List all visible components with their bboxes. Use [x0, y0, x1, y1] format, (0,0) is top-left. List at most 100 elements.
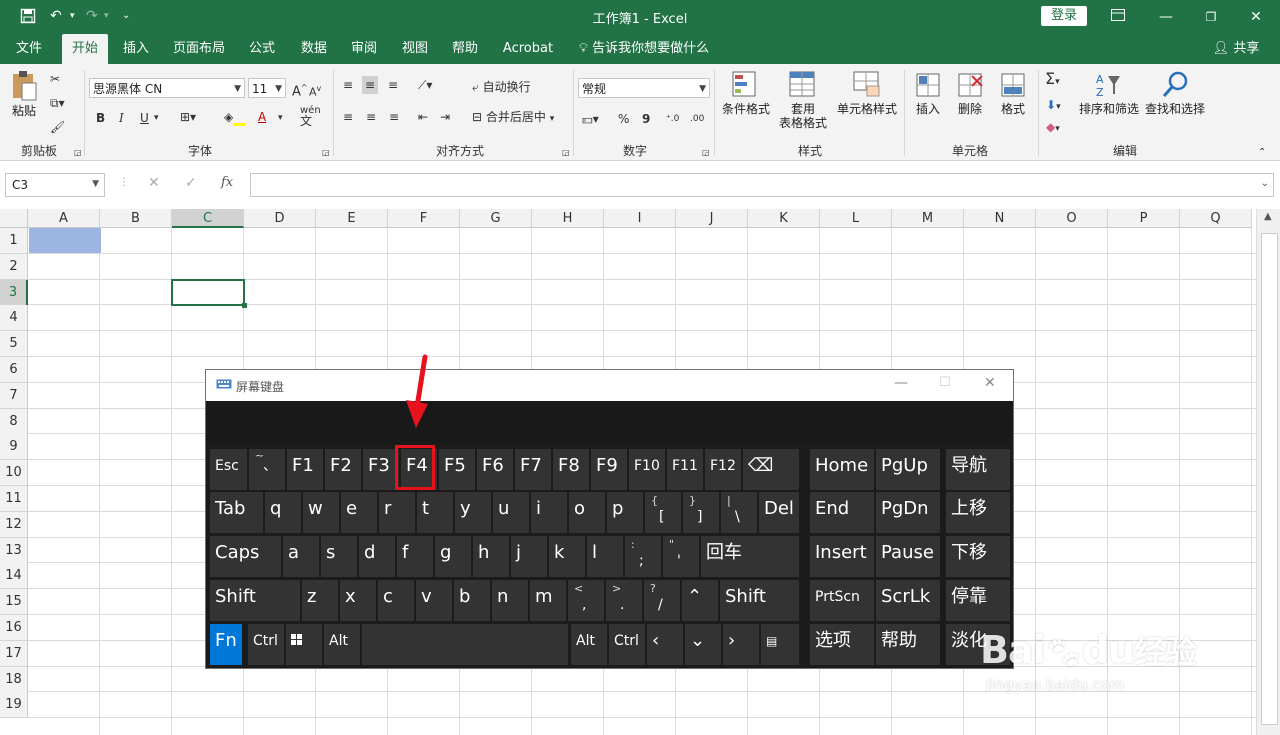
bold-button[interactable]: B: [96, 109, 105, 127]
save-icon[interactable]: [20, 8, 36, 28]
key-pgdn[interactable]: PgDn: [876, 492, 940, 533]
chevron-down-icon[interactable]: ▾: [278, 109, 283, 127]
comma-style-button[interactable]: 9: [642, 110, 650, 128]
key-backspace[interactable]: ⌫: [743, 449, 799, 490]
key-f[interactable]: f: [397, 536, 433, 577]
sort-filter-button[interactable]: AZ 排序和筛选: [1076, 70, 1142, 116]
collapse-ribbon-icon[interactable]: ⌃: [1258, 144, 1266, 162]
key-right-bracket[interactable]: }]: [683, 492, 719, 533]
column-header-b[interactable]: B: [100, 209, 172, 228]
key-n[interactable]: n: [492, 580, 528, 621]
share-button[interactable]: 👤︎ 共享: [1208, 34, 1264, 64]
key-i[interactable]: i: [531, 492, 567, 533]
redo-icon[interactable]: ↷: [86, 8, 98, 24]
conditional-formatting-button[interactable]: 条件格式: [717, 70, 775, 116]
key-comma[interactable]: <,: [568, 580, 604, 621]
column-header-d[interactable]: D: [244, 209, 316, 228]
row-header-15[interactable]: 15: [0, 589, 28, 615]
column-header-k[interactable]: K: [748, 209, 820, 228]
fill-handle[interactable]: [242, 303, 247, 308]
tell-me-box[interactable]: 💡︎ 告诉我你想要做什么: [574, 34, 714, 64]
align-right-icon[interactable]: ≡: [389, 108, 399, 126]
tab-acrobat[interactable]: Acrobat: [498, 34, 558, 64]
key-fn[interactable]: Fn: [210, 624, 242, 665]
format-cells-button[interactable]: 格式: [993, 70, 1033, 116]
increase-decimal-icon[interactable]: ⁺.0: [666, 110, 679, 128]
row-header-7[interactable]: 7: [0, 383, 28, 409]
column-header-f[interactable]: F: [388, 209, 460, 228]
align-middle-icon[interactable]: ≡: [362, 76, 379, 94]
restore-icon[interactable]: ❐: [1200, 6, 1222, 28]
minimize-icon[interactable]: —: [1155, 6, 1177, 28]
column-header-a[interactable]: A: [28, 209, 100, 228]
key-alt-right[interactable]: Alt: [571, 624, 607, 665]
close-icon[interactable]: ✕: [1245, 6, 1267, 28]
row-header-5[interactable]: 5: [0, 331, 28, 357]
key-quote[interactable]: " ': [663, 536, 699, 577]
shrink-font-button[interactable]: Av: [309, 80, 321, 102]
osk-close-icon[interactable]: ✕: [984, 375, 996, 391]
scroll-up-icon[interactable]: ▲: [1264, 211, 1272, 222]
column-header-h[interactable]: H: [532, 209, 604, 228]
osk-maximize-icon[interactable]: ☐: [939, 375, 951, 390]
column-header-o[interactable]: O: [1036, 209, 1108, 228]
alignment-launcher-icon[interactable]: ◲: [562, 144, 570, 162]
key-right-arrow[interactable]: ›: [723, 624, 759, 665]
key-f8[interactable]: F8: [553, 449, 589, 490]
font-family-select[interactable]: 思源黑体 CN ▼: [89, 78, 245, 98]
row-header-8[interactable]: 8: [0, 409, 28, 435]
key-a[interactable]: a: [283, 536, 319, 577]
fill-icon[interactable]: ⬇▾: [1046, 96, 1061, 116]
row-header-13[interactable]: 13: [0, 538, 28, 564]
borders-icon[interactable]: ⊞▾: [180, 108, 196, 126]
undo-icon[interactable]: ↶: [50, 8, 62, 24]
key-f3[interactable]: F3: [363, 449, 399, 490]
redo-dropdown-icon[interactable]: ▾: [104, 8, 109, 24]
underline-button[interactable]: U: [140, 109, 149, 127]
format-painter-icon[interactable]: 🖌︎: [50, 118, 65, 136]
key-end[interactable]: End: [810, 492, 874, 533]
copy-icon[interactable]: ⧉▾: [50, 94, 65, 112]
key-j[interactable]: j: [511, 536, 547, 577]
italic-button[interactable]: I: [119, 109, 124, 127]
font-size-select[interactable]: 11 ▼: [248, 78, 286, 98]
enter-icon[interactable]: ✓: [185, 175, 197, 191]
key-z[interactable]: z: [302, 580, 338, 621]
number-launcher-icon[interactable]: ◲: [702, 144, 710, 162]
column-header-m[interactable]: M: [892, 209, 964, 228]
key-dock[interactable]: 停靠: [946, 580, 1010, 621]
phonetic-guide-button[interactable]: wén 文: [300, 106, 321, 128]
key-windows[interactable]: [286, 624, 322, 665]
key-insert[interactable]: Insert: [810, 536, 874, 577]
key-up-arrow[interactable]: ⌃: [682, 580, 718, 621]
key-navigate[interactable]: 导航: [946, 449, 1010, 490]
key-pgup[interactable]: PgUp: [876, 449, 940, 490]
column-header-g[interactable]: G: [460, 209, 532, 228]
tab-data[interactable]: 数据: [292, 34, 336, 64]
clear-icon[interactable]: ◆▾: [1046, 118, 1060, 138]
key-t[interactable]: t: [417, 492, 453, 533]
chevron-down-icon[interactable]: ▾: [154, 109, 159, 127]
delete-cells-button[interactable]: 删除: [950, 70, 990, 116]
font-launcher-icon[interactable]: ◲: [322, 144, 330, 162]
key-ctrl-left[interactable]: Ctrl: [248, 624, 284, 665]
cell-a1-highlight[interactable]: [29, 228, 101, 253]
key-f11[interactable]: F11: [667, 449, 703, 490]
align-left-icon[interactable]: ≡: [343, 108, 353, 126]
name-box[interactable]: C3 ▼: [5, 173, 105, 197]
align-bottom-icon[interactable]: ≡: [388, 76, 398, 94]
key-help[interactable]: 帮助: [876, 624, 940, 665]
key-period[interactable]: >.: [606, 580, 642, 621]
key-f7[interactable]: F7: [515, 449, 551, 490]
row-header-14[interactable]: 14: [0, 563, 28, 589]
column-header-l[interactable]: L: [820, 209, 892, 228]
decrease-indent-icon[interactable]: ⇤: [418, 108, 428, 126]
key-s[interactable]: s: [321, 536, 357, 577]
column-header-i[interactable]: I: [604, 209, 676, 228]
key-semicolon[interactable]: :;: [625, 536, 661, 577]
key-move-up[interactable]: 上移: [946, 492, 1010, 533]
key-backslash[interactable]: | \: [721, 492, 757, 533]
increase-indent-icon[interactable]: ⇥: [440, 108, 450, 126]
key-home[interactable]: Home: [810, 449, 874, 490]
number-format-select[interactable]: 常规 ▼: [578, 78, 710, 98]
